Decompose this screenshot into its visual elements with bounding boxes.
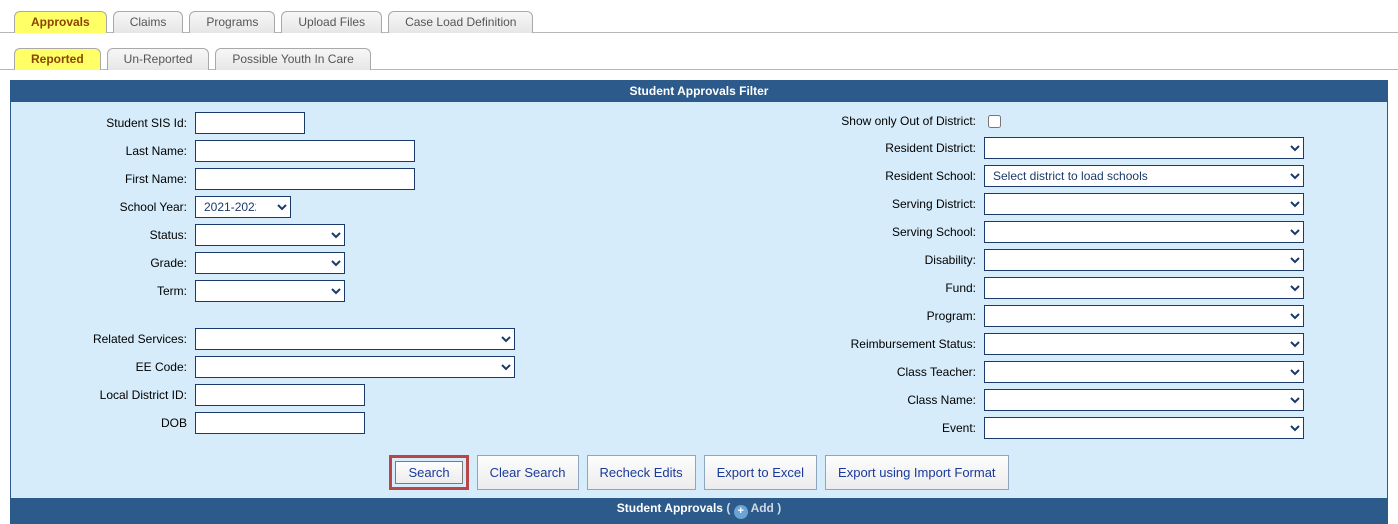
filter-panel: Student Approvals Filter Student SIS Id:… (10, 80, 1388, 524)
class-name-select[interactable] (984, 389, 1304, 411)
status-select[interactable] (195, 224, 345, 246)
event-select[interactable] (984, 417, 1304, 439)
tab-upload-files[interactable]: Upload Files (281, 11, 382, 33)
results-header: Student Approvals ( + Add ) (11, 498, 1387, 523)
secondary-tabs: Reported Un-Reported Possible Youth In C… (0, 45, 1398, 70)
filter-right-column: Show only Out of District: Resident Dist… (699, 112, 1373, 445)
tab-claims[interactable]: Claims (113, 11, 184, 33)
class-name-label: Class Name: (699, 393, 984, 407)
show-only-out-of-district-label: Show only Out of District: (699, 114, 984, 128)
fund-select[interactable] (984, 277, 1304, 299)
primary-tabs: Approvals Claims Programs Upload Files C… (0, 8, 1398, 33)
serving-district-label: Serving District: (699, 197, 984, 211)
tab-programs[interactable]: Programs (189, 11, 275, 33)
serving-school-label: Serving School: (699, 225, 984, 239)
tab-case-load-definition[interactable]: Case Load Definition (388, 11, 533, 33)
search-button-highlight: Search (389, 455, 468, 490)
clear-search-button[interactable]: Clear Search (477, 455, 579, 490)
grade-label: Grade: (25, 256, 195, 270)
event-label: Event: (699, 421, 984, 435)
first-name-label: First Name: (25, 172, 195, 186)
ee-code-label: EE Code: (25, 360, 195, 374)
disability-label: Disability: (699, 253, 984, 267)
ee-code-select[interactable] (195, 356, 515, 378)
filter-button-row: Search Clear Search Recheck Edits Export… (25, 455, 1373, 490)
dob-label: DOB (25, 416, 195, 430)
class-teacher-select[interactable] (984, 361, 1304, 383)
export-using-import-format-button[interactable]: Export using Import Format (825, 455, 1009, 490)
local-district-id-label: Local District ID: (25, 388, 195, 402)
local-district-id-input[interactable] (195, 384, 365, 406)
tab-approvals[interactable]: Approvals (14, 11, 107, 33)
resident-district-label: Resident District: (699, 141, 984, 155)
last-name-label: Last Name: (25, 144, 195, 158)
last-name-input[interactable] (195, 140, 415, 162)
filter-panel-title: Student Approvals Filter (11, 81, 1387, 102)
school-year-label: School Year: (25, 200, 195, 214)
related-services-select[interactable] (195, 328, 515, 350)
reimbursement-status-label: Reimbursement Status: (699, 337, 984, 351)
show-only-out-of-district-checkbox[interactable] (988, 115, 1001, 128)
subtab-reported[interactable]: Reported (14, 48, 101, 70)
dob-input[interactable] (195, 412, 365, 434)
grade-select[interactable] (195, 252, 345, 274)
term-label: Term: (25, 284, 195, 298)
program-label: Program: (699, 309, 984, 323)
resident-school-select[interactable]: Select district to load schools (984, 165, 1304, 187)
export-to-excel-button[interactable]: Export to Excel (704, 455, 817, 490)
serving-district-select[interactable] (984, 193, 1304, 215)
related-services-label: Related Services: (25, 332, 195, 346)
status-label: Status: (25, 228, 195, 242)
student-sis-id-input[interactable] (195, 112, 305, 134)
reimbursement-status-select[interactable] (984, 333, 1304, 355)
filter-left-column: Student SIS Id: Last Name: First Name: S… (25, 112, 699, 445)
fund-label: Fund: (699, 281, 984, 295)
school-year-select[interactable]: 2021-2022 (195, 196, 291, 218)
disability-select[interactable] (984, 249, 1304, 271)
resident-district-select[interactable] (984, 137, 1304, 159)
class-teacher-label: Class Teacher: (699, 365, 984, 379)
term-select[interactable] (195, 280, 345, 302)
resident-school-label: Resident School: (699, 169, 984, 183)
results-title: Student Approvals (617, 501, 723, 515)
recheck-edits-button[interactable]: Recheck Edits (587, 455, 696, 490)
student-sis-id-label: Student SIS Id: (25, 116, 195, 130)
first-name-input[interactable] (195, 168, 415, 190)
search-button[interactable]: Search (395, 461, 462, 484)
serving-school-select[interactable] (984, 221, 1304, 243)
subtab-possible-youth-in-care[interactable]: Possible Youth In Care (215, 48, 370, 70)
program-select[interactable] (984, 305, 1304, 327)
add-label[interactable]: Add (751, 501, 774, 515)
subtab-un-reported[interactable]: Un-Reported (107, 48, 210, 70)
add-icon[interactable]: + (734, 505, 748, 519)
